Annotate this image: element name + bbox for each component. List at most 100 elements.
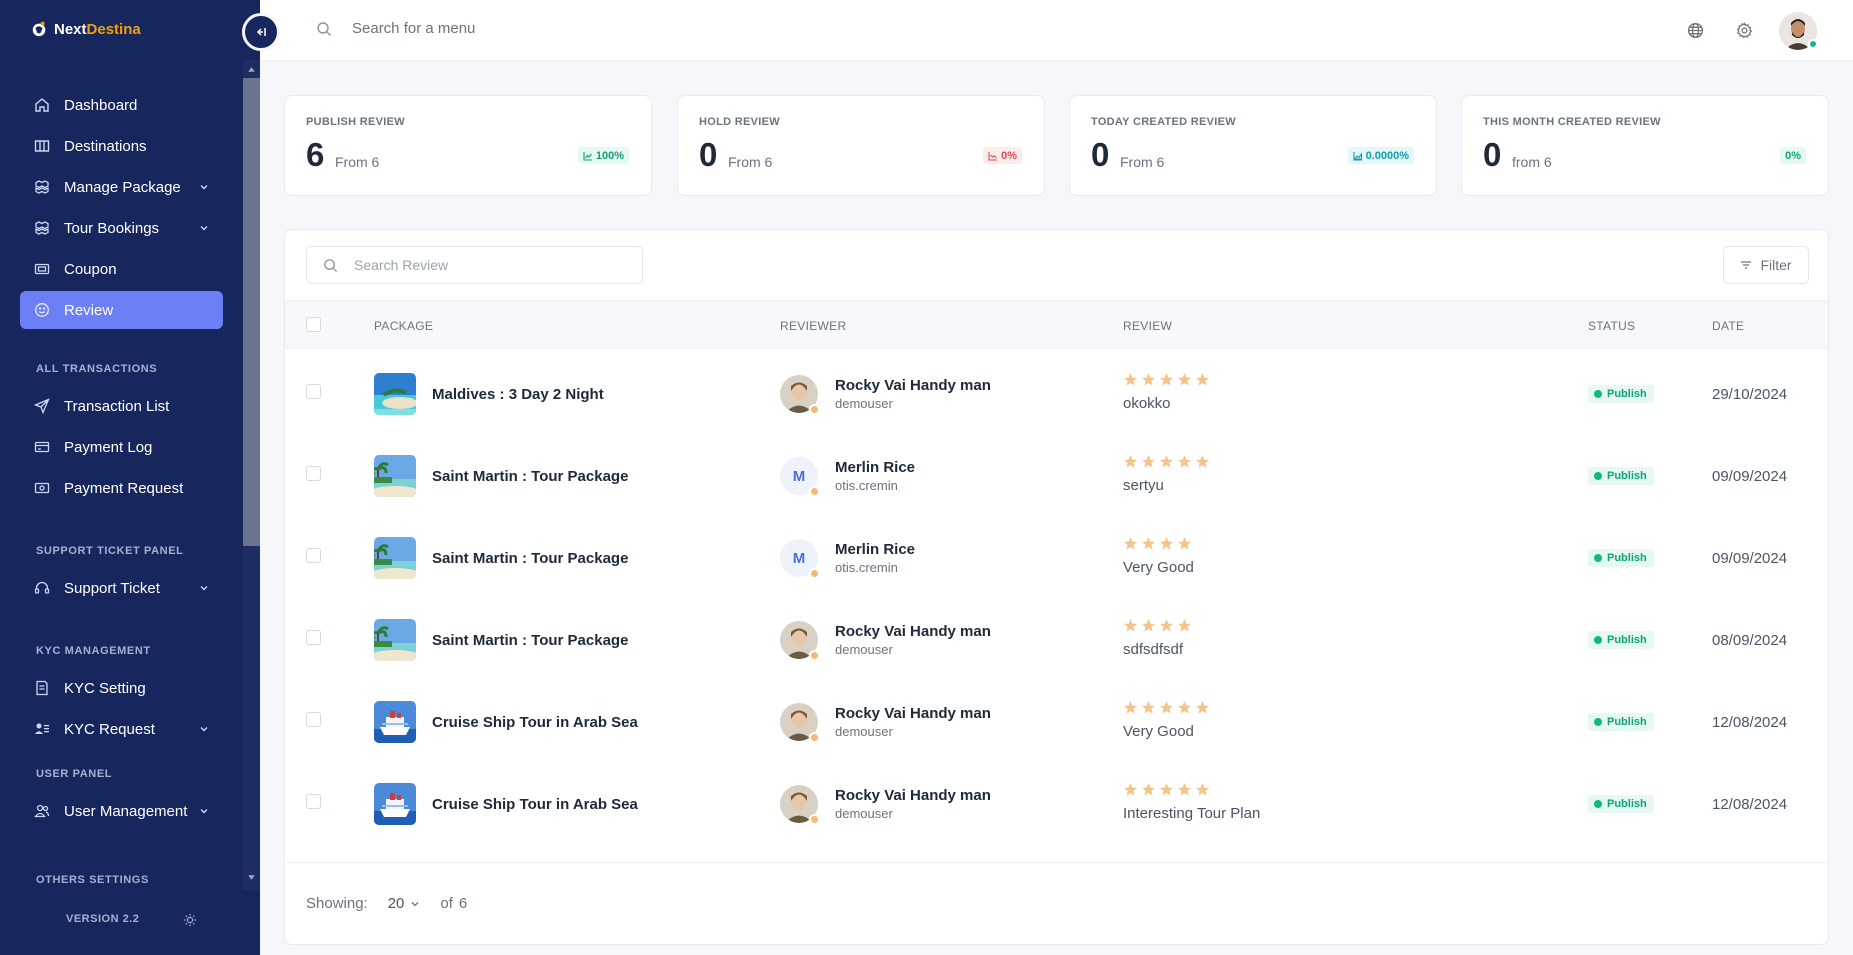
status-dot xyxy=(1594,718,1602,726)
per-page-select[interactable]: 20 xyxy=(388,895,421,912)
header-date[interactable]: DATE xyxy=(1712,319,1744,333)
search-icon xyxy=(317,21,331,36)
star-icon xyxy=(1195,700,1210,714)
per-page-value: 20 xyxy=(387,895,405,912)
star-icon xyxy=(1195,782,1210,796)
gear-icon[interactable] xyxy=(1736,22,1753,39)
filter-button[interactable]: Filter xyxy=(1723,246,1809,284)
cruise-ship-image xyxy=(374,701,416,743)
sun-icon[interactable] xyxy=(183,913,197,927)
sidebar-item-payment-log[interactable]: Payment Log xyxy=(20,428,223,466)
reviewer-name: Rocky Vai Handy man xyxy=(835,377,991,394)
row-checkbox[interactable] xyxy=(306,466,321,481)
table-row[interactable]: Maldives : 3 Day 2 Night Rocky Vai Handy … xyxy=(285,350,1828,432)
star-icon xyxy=(1159,618,1174,632)
table-row[interactable]: Cruise Ship Tour in Arab Sea Rocky Vai Ha… xyxy=(285,678,1828,760)
brand-logo[interactable]: Next Destina xyxy=(30,20,141,38)
row-checkbox[interactable] xyxy=(306,548,321,563)
sidebar-item-kyc-setting[interactable]: KYC Setting xyxy=(20,669,223,707)
package-name[interactable]: Cruise Ship Tour in Arab Sea xyxy=(432,714,638,731)
sidebar-item-payment-request[interactable]: Payment Request xyxy=(20,469,223,507)
stat-title: HOLD REVIEW xyxy=(699,116,780,128)
globe-icon[interactable] xyxy=(1687,22,1704,39)
palm-beach-image xyxy=(374,537,416,579)
scroll-down-arrow-icon[interactable] xyxy=(246,872,257,883)
sidebar-item-label: Coupon xyxy=(64,260,117,278)
stat-subtitle: From 6 xyxy=(1120,154,1165,170)
palm-beach-image xyxy=(374,455,416,497)
sidebar-item-kyc-request[interactable]: KYC Request xyxy=(20,710,223,748)
rating-stars xyxy=(1123,454,1210,469)
sidebar-item-transaction-list[interactable]: Transaction List xyxy=(20,387,223,425)
select-all-checkbox[interactable] xyxy=(306,317,321,332)
top-bar: Search for a menu xyxy=(260,0,1853,61)
scroll-up-arrow-icon[interactable] xyxy=(246,64,257,75)
section-all-transactions: ALL TRANSACTIONS xyxy=(36,363,158,375)
reviewer-status-dot xyxy=(809,650,820,661)
row-checkbox[interactable] xyxy=(306,384,321,399)
star-icon xyxy=(1141,536,1156,550)
pagination: Showing: 20 of 6 xyxy=(306,895,467,912)
star-icon xyxy=(1123,782,1138,796)
row-checkbox[interactable] xyxy=(306,712,321,727)
cash-icon xyxy=(34,482,50,494)
sidebar-item-dashboard[interactable]: Dashboard xyxy=(20,86,223,124)
reviewer-name: Rocky Vai Handy man xyxy=(835,623,991,640)
status-badge: Publish xyxy=(1588,467,1654,485)
card-icon xyxy=(34,441,50,453)
total-count: 6 xyxy=(458,895,468,912)
review-text: sertyu xyxy=(1123,477,1164,494)
reviewer-status-dot xyxy=(809,814,820,825)
table-footer-divider xyxy=(285,862,1828,863)
header-status[interactable]: STATUS xyxy=(1588,319,1635,333)
review-text: okokko xyxy=(1123,395,1171,412)
package-name[interactable]: Saint Martin : Tour Package xyxy=(432,550,628,567)
table-row[interactable]: Saint Martin : Tour Package Rocky Vai Han… xyxy=(285,596,1828,678)
headset-icon xyxy=(34,581,50,594)
review-date: 12/08/2024 xyxy=(1712,714,1788,731)
review-text: Very Good xyxy=(1123,559,1194,576)
package-name[interactable]: Cruise Ship Tour in Arab Sea xyxy=(432,796,638,813)
row-checkbox[interactable] xyxy=(306,794,321,809)
sidebar-item-user-management[interactable]: User Management xyxy=(20,792,223,830)
star-icon xyxy=(1123,454,1138,468)
send-icon xyxy=(34,398,50,414)
row-checkbox[interactable] xyxy=(306,630,321,645)
package-name[interactable]: Maldives : 3 Day 2 Night xyxy=(432,386,604,403)
sidebar-item-coupon[interactable]: Coupon xyxy=(20,250,223,288)
header-review[interactable]: REVIEW xyxy=(1123,319,1172,333)
sidebar-item-label: KYC Request xyxy=(64,720,155,738)
chevron-down-icon xyxy=(411,901,419,906)
table-row[interactable]: Cruise Ship Tour in Arab Sea Rocky Vai Ha… xyxy=(285,760,1828,842)
sidebar-item-manage-package[interactable]: Manage Package xyxy=(20,168,223,206)
table-row[interactable]: Saint Martin : Tour Package M Merlin Rice o… xyxy=(285,432,1828,514)
header-package[interactable]: PACKAGE xyxy=(374,319,433,333)
review-date: 29/10/2024 xyxy=(1712,386,1788,403)
sidebar-item-tour-bookings[interactable]: Tour Bookings xyxy=(20,209,223,247)
sidebar-item-label: Tour Bookings xyxy=(64,219,160,237)
star-icon xyxy=(1159,454,1174,468)
table-row[interactable]: Saint Martin : Tour Package M Merlin Rice o… xyxy=(285,514,1828,596)
sidebar-item-label: Manage Package xyxy=(64,178,181,196)
beach-island-image xyxy=(374,373,416,415)
review-text: Interesting Tour Plan xyxy=(1123,805,1261,822)
sidebar-item-support-ticket[interactable]: Support Ticket xyxy=(20,569,223,607)
status-badge: Publish xyxy=(1588,549,1654,567)
menu-search[interactable]: Search for a menu xyxy=(316,20,475,37)
sidebar-collapse-button[interactable] xyxy=(242,13,280,51)
header-reviewer[interactable]: REVIEWER xyxy=(780,319,846,333)
sidebar-scrollbar-thumb[interactable] xyxy=(243,78,260,546)
status-dot xyxy=(1594,472,1602,480)
status-badge: Publish xyxy=(1588,385,1654,403)
package-name[interactable]: Saint Martin : Tour Package xyxy=(432,632,628,649)
star-icon xyxy=(1159,700,1174,714)
stat-card-this-month-created-review: THIS MONTH CREATED REVIEW 0 from 6 0% xyxy=(1461,95,1829,196)
search-review-input[interactable]: Search Review xyxy=(306,246,643,284)
stat-subtitle: from 6 xyxy=(1512,154,1552,170)
sidebar-item-destinations[interactable]: Destinations xyxy=(20,127,223,165)
stat-card-hold-review: HOLD REVIEW 0 From 6 0% xyxy=(677,95,1045,196)
star-icon xyxy=(1177,454,1192,468)
package-name[interactable]: Saint Martin : Tour Package xyxy=(432,468,628,485)
sidebar-item-review[interactable]: Review xyxy=(20,291,223,329)
sidebar-item-label: Support Ticket xyxy=(64,579,160,597)
